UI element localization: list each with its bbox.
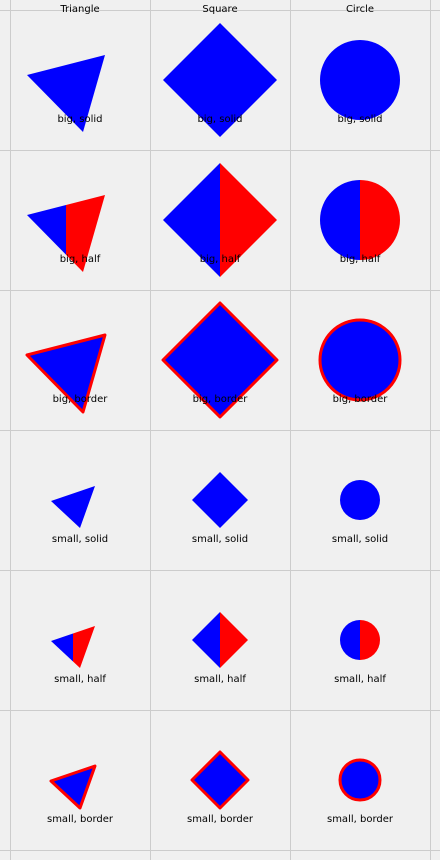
cell-circle-big-half: big, half bbox=[290, 150, 430, 290]
square-shape bbox=[163, 163, 277, 277]
triangle-shape bbox=[51, 626, 95, 668]
triangle-shape bbox=[49, 764, 97, 810]
cell-circle-small-half: small, half bbox=[290, 570, 430, 710]
triangle-bordered bbox=[49, 764, 97, 810]
circle-right-half bbox=[360, 180, 400, 260]
circle-right-half bbox=[360, 620, 380, 660]
cell-label: big, border bbox=[332, 394, 388, 405]
circle-left-half bbox=[340, 620, 360, 660]
cell-square-big-half: big, half bbox=[150, 150, 290, 290]
cell-triangle-small-half: small, half bbox=[10, 570, 150, 710]
shape-grid-window: Triangle Square Circle big, solid big, soli… bbox=[0, 0, 440, 860]
cell-triangle-small-solid: small, solid bbox=[10, 430, 150, 570]
cell-label: big, solid bbox=[337, 114, 383, 125]
square-left-half bbox=[163, 163, 220, 277]
cell-label: big, half bbox=[339, 254, 381, 265]
cell-triangle-big-half: big, half bbox=[10, 150, 150, 290]
cell-circle-small-solid: small, solid bbox=[290, 430, 430, 570]
cell-label: big, border bbox=[52, 394, 108, 405]
cell-circle-small-border: small, border bbox=[290, 710, 430, 850]
circle-shape bbox=[340, 480, 380, 520]
cell-triangle-small-border: small, border bbox=[10, 710, 150, 850]
square-left-half bbox=[192, 612, 220, 668]
triangle-shape bbox=[27, 55, 105, 132]
triangle-shape bbox=[27, 195, 105, 272]
circle-bordered bbox=[338, 758, 382, 802]
square-shape bbox=[163, 23, 277, 137]
circle-shape bbox=[320, 40, 400, 120]
square-right-half bbox=[220, 612, 248, 668]
square-shape bbox=[192, 472, 248, 528]
triangle-right-half bbox=[66, 195, 105, 272]
cell-square-big-solid: big, solid bbox=[150, 10, 290, 150]
cell-label: small, border bbox=[186, 814, 253, 825]
circle-left-half bbox=[320, 180, 360, 260]
circle-shape bbox=[340, 620, 380, 660]
triangle-shape bbox=[51, 486, 95, 528]
cell-square-small-border: small, border bbox=[150, 710, 290, 850]
square-right-half bbox=[220, 163, 277, 277]
cell-label: big, border bbox=[192, 394, 248, 405]
cell-label: big, half bbox=[59, 254, 101, 265]
cell-label: small, border bbox=[326, 814, 393, 825]
cell-square-big-border: big, border bbox=[150, 290, 290, 430]
square-bordered bbox=[190, 750, 250, 810]
square-shape bbox=[190, 750, 250, 810]
triangle-fill bbox=[51, 486, 95, 528]
cell-label: small, solid bbox=[191, 534, 249, 545]
circle-bordered bbox=[318, 318, 402, 402]
triangle-left-half bbox=[51, 626, 73, 668]
circle-shape bbox=[320, 180, 400, 260]
square-shape bbox=[192, 612, 248, 668]
square-shape bbox=[161, 301, 279, 419]
cell-label: small, solid bbox=[331, 534, 389, 545]
triangle-shape bbox=[25, 333, 107, 414]
cell-label: big, solid bbox=[197, 114, 243, 125]
circle-shape bbox=[318, 318, 402, 402]
cell-circle-big-border: big, border bbox=[290, 290, 430, 430]
triangle-left-half bbox=[27, 195, 66, 272]
circle-shape bbox=[338, 758, 382, 802]
square-fill bbox=[192, 472, 248, 528]
cell-triangle-big-border: big, border bbox=[10, 290, 150, 430]
cell-label: small, border bbox=[46, 814, 113, 825]
cell-square-small-solid: small, solid bbox=[150, 430, 290, 570]
cell-label: small, half bbox=[334, 674, 386, 685]
circle-fill bbox=[320, 40, 400, 120]
circle-fill bbox=[340, 480, 380, 520]
cell-label: small, half bbox=[194, 674, 246, 685]
cell-label: big, solid bbox=[57, 114, 103, 125]
cell-square-small-half: small, half bbox=[150, 570, 290, 710]
cell-circle-big-solid: big, solid bbox=[290, 10, 430, 150]
triangle-right-half bbox=[73, 626, 95, 668]
cell-label: small, half bbox=[54, 674, 106, 685]
cell-label: small, solid bbox=[51, 534, 109, 545]
cell-label: big, half bbox=[199, 254, 241, 265]
cell-triangle-big-solid: big, solid bbox=[10, 10, 150, 150]
